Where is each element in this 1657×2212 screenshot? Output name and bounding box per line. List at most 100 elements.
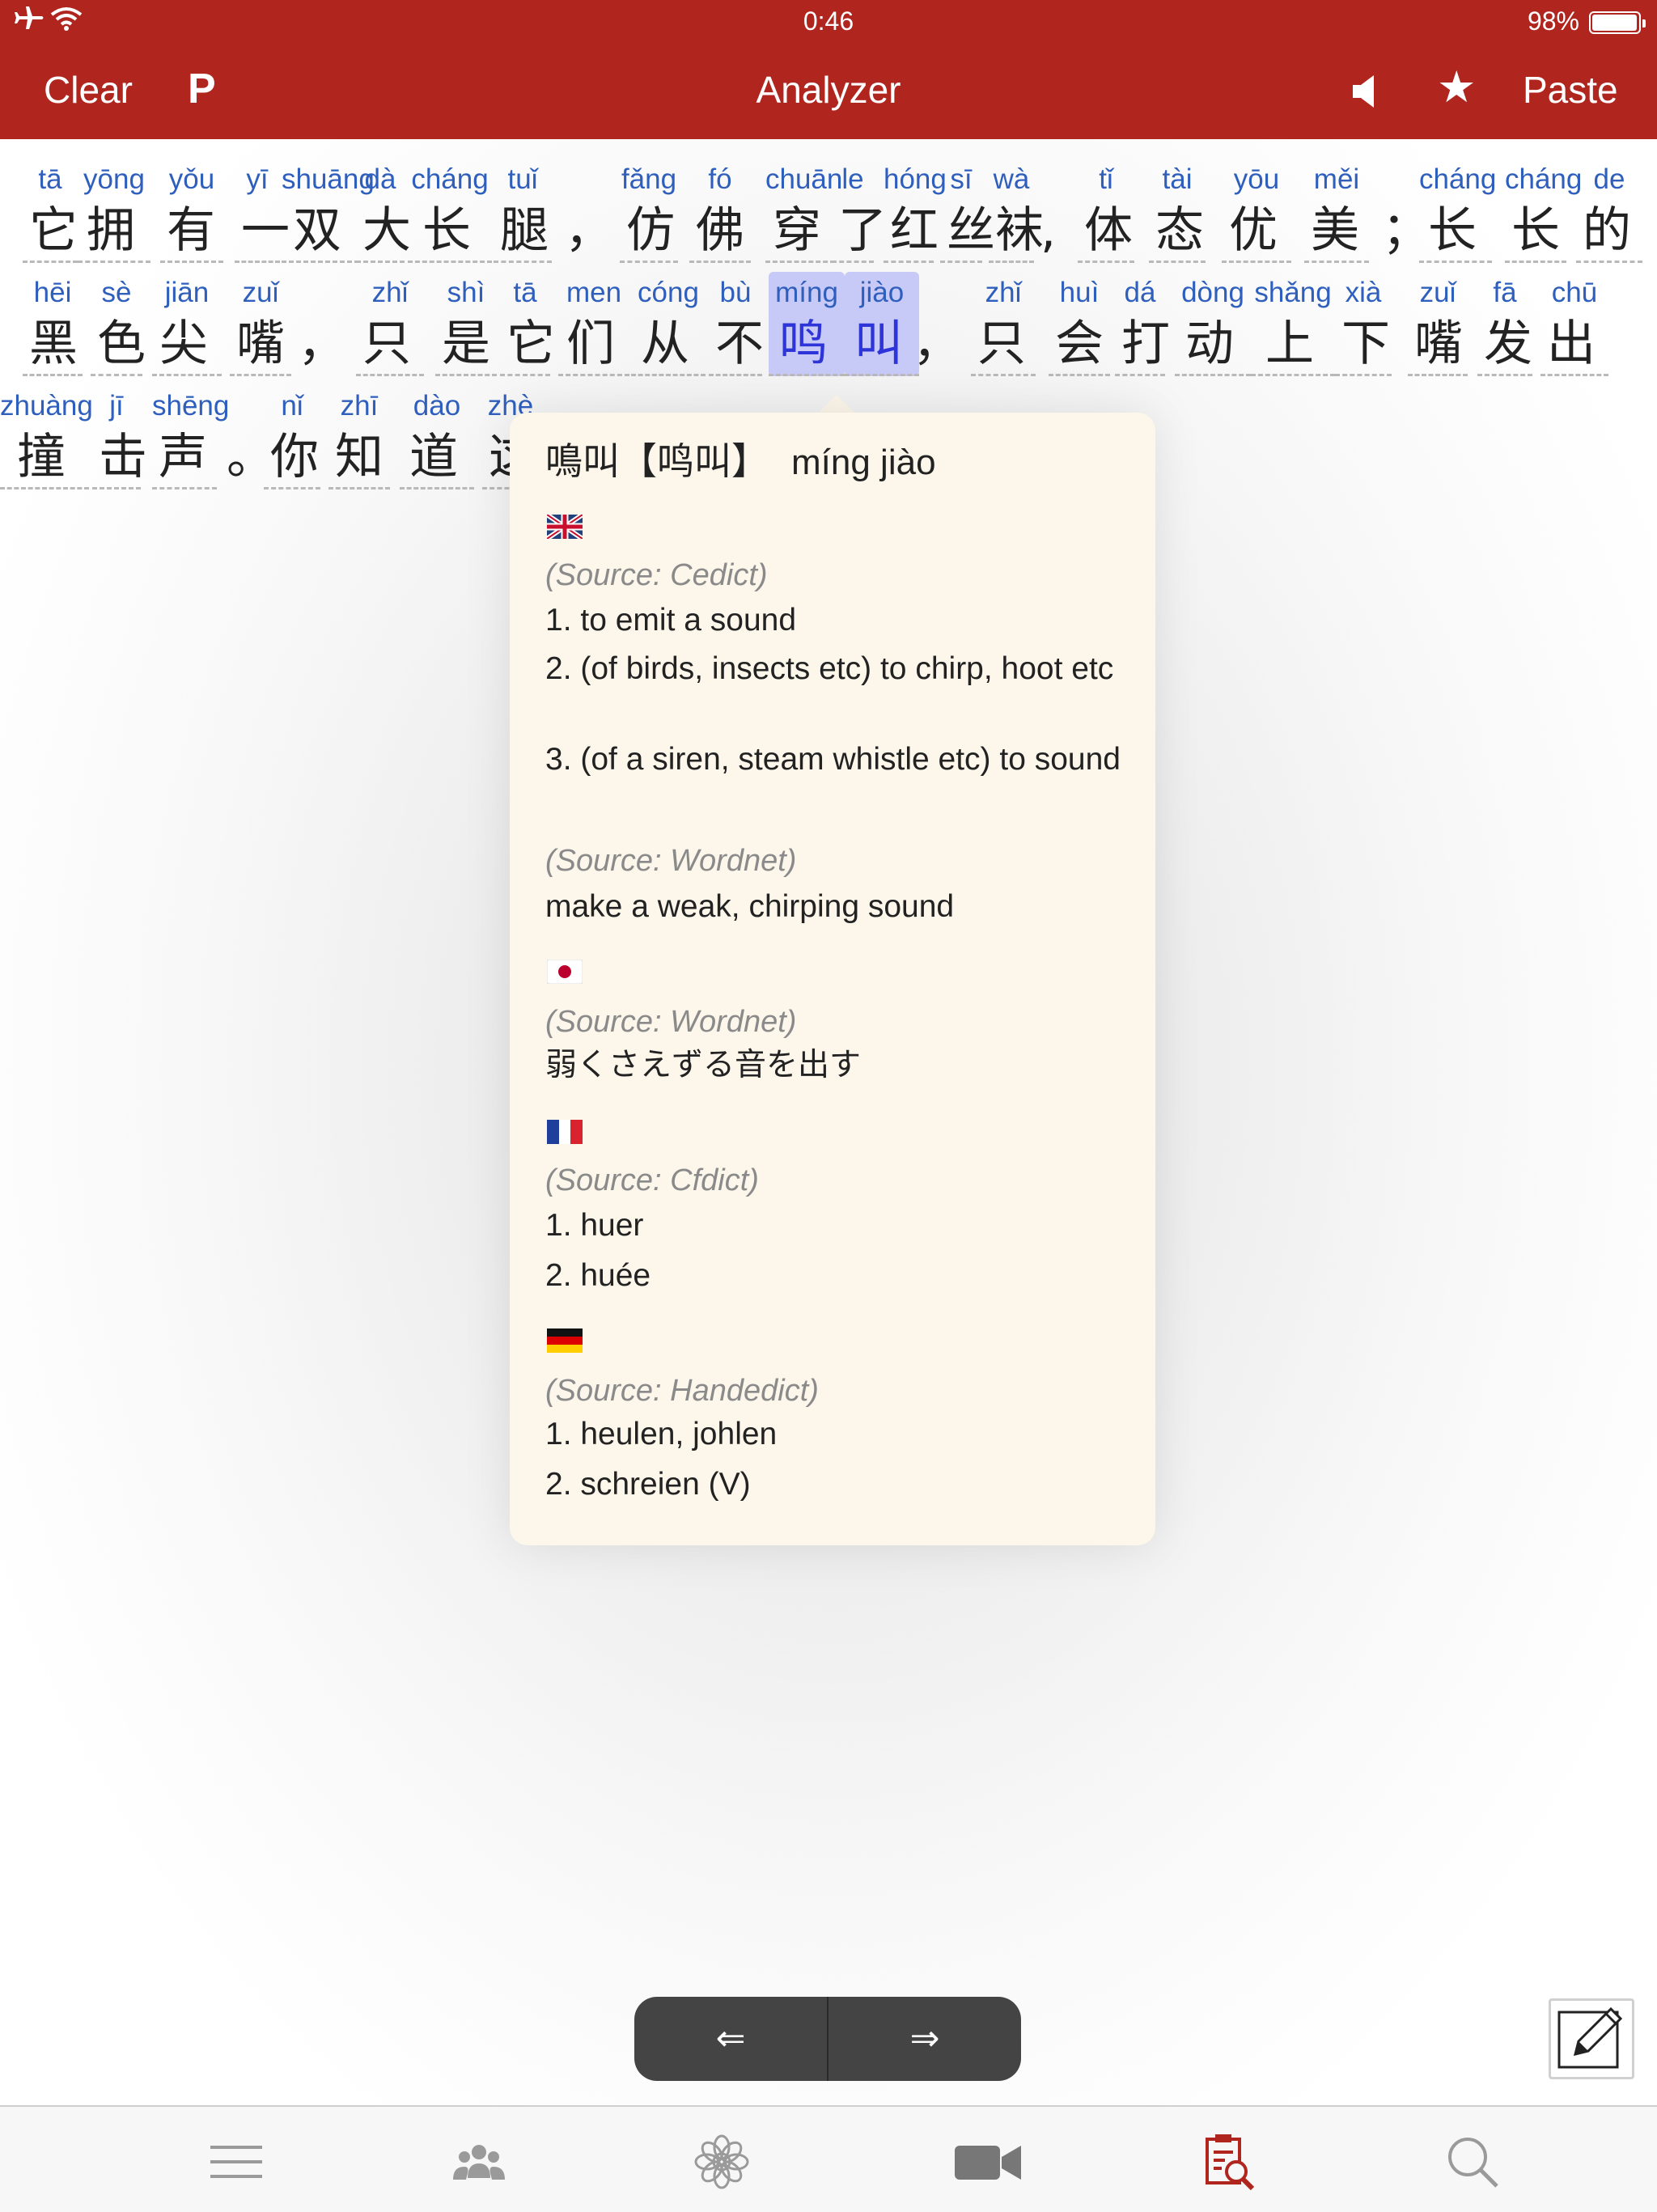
pinyin-label: shēng: [152, 390, 230, 422]
document-search-icon[interactable]: [1201, 2133, 1259, 2191]
flower-icon[interactable]: [693, 2133, 751, 2191]
hanzi-char: 红: [884, 201, 939, 263]
hanzi-char: 它: [500, 314, 555, 376]
word-token[interactable]: měi 美: [1304, 159, 1369, 263]
pinyin-label: zhǐ: [371, 277, 409, 308]
video-camera-icon[interactable]: [951, 2133, 1024, 2191]
word-token[interactable]: yǒu 有: [160, 159, 223, 263]
word-token[interactable]: shēng 声: [152, 385, 230, 489]
word-token[interactable]: hēi 黑: [23, 272, 83, 376]
hanzi-char: 发: [1477, 314, 1532, 376]
word-token: ，: [906, 272, 961, 374]
edit-button[interactable]: [1549, 1998, 1634, 2079]
punctuation: ；: [1382, 202, 1443, 259]
word-token[interactable]: dá 打: [1115, 272, 1170, 376]
pinyin-label: měi: [1313, 163, 1360, 195]
pinyin-label: sè: [101, 277, 132, 308]
word-token[interactable]: cháng 长: [1505, 159, 1582, 263]
hanzi-char: 了: [832, 201, 887, 263]
word-token[interactable]: dòng 动: [1175, 272, 1251, 376]
people-icon[interactable]: [450, 2133, 508, 2191]
word-token[interactable]: fǎng 仿: [620, 159, 678, 263]
word-token[interactable]: zhuàng 撞: [0, 385, 93, 489]
hanzi-char: 从: [631, 314, 706, 376]
pinyin-label: huì: [1059, 277, 1100, 308]
pinyin-label: zuǐ: [242, 277, 279, 308]
pinyin-label: zhī: [340, 390, 379, 422]
word-token[interactable]: dào 道: [400, 385, 474, 489]
word-token[interactable]: cháng 长: [408, 159, 492, 263]
definition-item: 2. huée: [545, 1258, 651, 1293]
word-token[interactable]: tuǐ 腿: [494, 159, 552, 263]
pinyin-label: shǎng: [1254, 277, 1332, 308]
pinyin-label: cháng: [411, 163, 489, 195]
word-token[interactable]: zuǐ 嘴: [1408, 272, 1468, 376]
paste-button[interactable]: Paste: [1523, 68, 1618, 112]
text-line: hēi 黑 sè 色 jiān 尖 zuǐ 嘴， zhǐ 只 shì 是 tā 它 men 们 cóng 从 bù 不…: [0, 272, 1657, 385]
word-token[interactable]: bù 不: [709, 272, 764, 376]
word-token[interactable]: fó 佛: [689, 159, 751, 263]
word-token[interactable]: zhī 知: [328, 385, 390, 489]
hanzi-char: 双: [282, 201, 359, 263]
word-token: ；: [1375, 159, 1443, 261]
word-token[interactable]: tǐ 体: [1078, 159, 1134, 263]
word-token[interactable]: jī 击: [92, 385, 147, 489]
word-token[interactable]: shǎng 上: [1251, 272, 1335, 376]
word-token[interactable]: zhǐ 只: [356, 272, 424, 376]
word-token[interactable]: sī 丝: [940, 159, 995, 263]
search-icon[interactable]: [1443, 2133, 1502, 2191]
word-token[interactable]: wà 袜: [989, 159, 1044, 263]
pinyin-label: [558, 159, 587, 201]
star-icon[interactable]: ★: [1437, 61, 1476, 112]
source-label: (Source: Cedict): [545, 558, 768, 592]
hanzi-char: 长: [408, 201, 492, 263]
word-token[interactable]: dà 大: [356, 159, 411, 263]
pinyin-label: [1375, 159, 1400, 201]
word-token[interactable]: jiān 尖: [152, 272, 222, 376]
page-title: Analyzer: [756, 69, 901, 111]
word-token[interactable]: cháng 长: [1419, 159, 1496, 263]
previous-word-button[interactable]: ⇐: [634, 1997, 827, 2081]
word-token[interactable]: le 了: [832, 159, 887, 263]
word-token[interactable]: tā 它: [500, 272, 555, 376]
hanzi-char: 长: [1419, 201, 1492, 263]
word-token[interactable]: yī 一: [235, 159, 290, 263]
word-token[interactable]: chū 出: [1540, 272, 1608, 376]
word-token[interactable]: shì 是: [435, 272, 497, 376]
word-token[interactable]: chuān 穿: [765, 159, 842, 263]
speaker-icon[interactable]: [1350, 73, 1382, 110]
japan-flag-icon: [547, 960, 583, 984]
word-token[interactable]: shuāng 双: [282, 159, 375, 263]
word-token[interactable]: de 的: [1576, 159, 1642, 263]
word-token[interactable]: zhǐ 只: [971, 272, 1036, 376]
hanzi-char: 穿: [765, 201, 835, 263]
word-token-selected[interactable]: míng 鸣: [769, 272, 845, 376]
word-token[interactable]: zuǐ 嘴: [230, 272, 291, 376]
word-token[interactable]: yōng 拥: [78, 159, 150, 263]
uk-flag-icon: [547, 515, 583, 539]
word-token[interactable]: tài 态: [1149, 159, 1206, 263]
clear-button[interactable]: Clear: [44, 68, 133, 112]
pinyin-label: cóng: [638, 277, 699, 308]
word-token[interactable]: tā 它: [23, 159, 78, 263]
word-token[interactable]: yōu 优: [1222, 159, 1291, 263]
pinyin-label: tǐ: [1099, 163, 1113, 195]
pinyin-label: [1034, 159, 1058, 201]
hanzi-char: 仿: [620, 201, 678, 263]
word-token[interactable]: cóng 从: [631, 272, 706, 376]
definition-item: 1. to emit a sound: [545, 603, 797, 638]
pinyin-label: [906, 272, 930, 314]
p-button[interactable]: P: [188, 65, 216, 113]
pinyin-label: dá: [1124, 277, 1156, 308]
definition-item: 弱くさえずる音を出す: [545, 1048, 862, 1083]
word-navigation: ⇐ ⇒: [634, 1997, 1021, 2081]
word-token[interactable]: men 们: [558, 272, 629, 376]
word-token[interactable]: fā 发: [1477, 272, 1532, 376]
word-token[interactable]: sè 色: [91, 272, 146, 376]
next-word-button[interactable]: ⇒: [828, 1997, 1021, 2081]
word-token[interactable]: huì 会: [1049, 272, 1110, 376]
menu-icon[interactable]: [207, 2133, 265, 2191]
word-token[interactable]: xià 下: [1335, 272, 1392, 376]
word-token[interactable]: hóng 红: [884, 159, 947, 263]
word-token[interactable]: nǐ 你: [264, 385, 320, 489]
